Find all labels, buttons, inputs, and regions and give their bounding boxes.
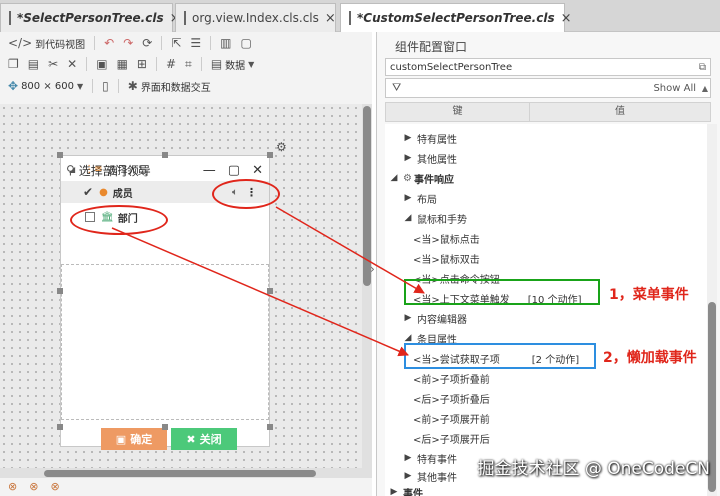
watermark: 掘金技术社区 @ OneCodeCN bbox=[477, 459, 710, 479]
annotation-arrows bbox=[111, 206, 425, 357]
arrow-department-to-lazy-load bbox=[111, 227, 409, 357]
arrow-menu-to-context-event bbox=[275, 206, 425, 294]
